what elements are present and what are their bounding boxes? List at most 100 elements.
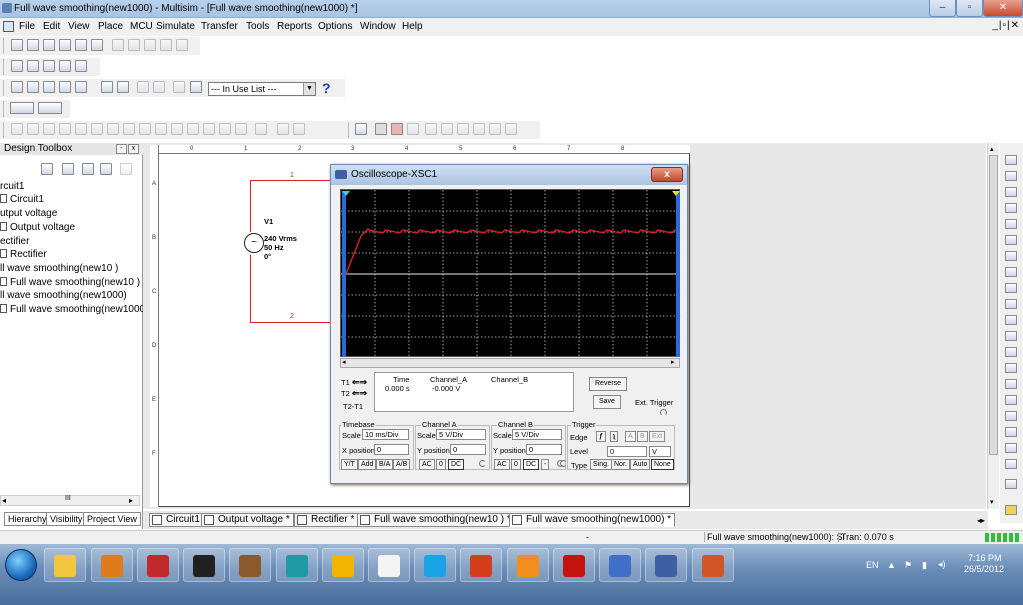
- view-toggle-icon[interactable]: [10, 102, 34, 114]
- logic-converter-icon[interactable]: [1005, 299, 1017, 309]
- tree-item[interactable]: ectifier: [0, 236, 29, 247]
- taskbar-app-button[interactable]: [599, 548, 641, 582]
- scroll-down-icon[interactable]: ▾: [990, 498, 994, 506]
- tree-item[interactable]: Full wave smoothing(new1000): [0, 304, 148, 315]
- agilent-generator-icon[interactable]: [1005, 379, 1017, 389]
- database-icon[interactable]: [43, 81, 55, 93]
- taskbar-app-button[interactable]: [183, 548, 225, 582]
- ttl-icon[interactable]: [91, 123, 103, 135]
- undo-icon[interactable]: [160, 39, 172, 51]
- annotate-icon[interactable]: [137, 81, 149, 93]
- analog-icon[interactable]: [75, 123, 87, 135]
- place-bus-icon[interactable]: [277, 123, 289, 135]
- save-icon[interactable]: [59, 39, 71, 51]
- taskbar-app-button[interactable]: [137, 548, 179, 582]
- network-icon[interactable]: ▮: [922, 560, 927, 571]
- tab-visibility[interactable]: Visibility: [46, 512, 87, 526]
- zoom-out-icon[interactable]: [43, 60, 55, 72]
- electromechanical-icon[interactable]: [255, 123, 267, 135]
- stop-icon[interactable]: [391, 123, 403, 135]
- rf-icon[interactable]: [235, 123, 247, 135]
- step-into-icon[interactable]: [425, 123, 437, 135]
- scroll-right-icon[interactable]: ▸: [671, 358, 675, 366]
- step-over-icon[interactable]: [441, 123, 453, 135]
- menu-tools[interactable]: Tools: [246, 21, 269, 32]
- scroll-thumb[interactable]: [989, 155, 998, 455]
- chevron-down-icon[interactable]: ▼: [303, 83, 315, 95]
- tree-item[interactable]: ll wave smoothing(new10 ): [0, 263, 118, 274]
- clock-time[interactable]: 7:16 PM: [968, 553, 1002, 563]
- add-button[interactable]: Add: [358, 459, 377, 470]
- diode-icon[interactable]: [43, 123, 55, 135]
- mdi-window-controls[interactable]: _|▫|✕: [992, 20, 1020, 31]
- distortion-analyzer-icon[interactable]: [1005, 331, 1017, 341]
- x-position-field[interactable]: 0: [374, 444, 409, 455]
- level-unit-field[interactable]: V: [649, 446, 671, 457]
- trigger-b-button[interactable]: B: [637, 431, 648, 442]
- wire-top[interactable]: [250, 180, 330, 181]
- agilent-scope-icon[interactable]: [1005, 411, 1017, 421]
- oscilloscope-close-button[interactable]: x: [651, 167, 683, 182]
- tab-hierarchy[interactable]: Hierarchy: [4, 512, 51, 526]
- component-wizard-icon[interactable]: [59, 81, 71, 93]
- tree-item[interactable]: rcuit1: [0, 181, 24, 192]
- postprocessor-icon[interactable]: [101, 81, 113, 93]
- mcu-icon[interactable]: [123, 123, 135, 135]
- channel-b-dc-button[interactable]: DC: [523, 459, 540, 470]
- t1-arrows-icon[interactable]: ⇐⇒: [352, 377, 367, 388]
- level-field[interactable]: 0: [607, 446, 647, 457]
- channel-b-zero-button[interactable]: 0: [511, 459, 521, 470]
- tab-full-wave-new10[interactable]: Full wave smoothing(new10 ) *: [357, 513, 515, 527]
- channel-a-ypos-field[interactable]: 0: [450, 444, 486, 455]
- tray-arrow-icon[interactable]: ▲: [887, 560, 896, 570]
- yt-button[interactable]: Y/T: [341, 459, 358, 470]
- run-simulation-icon[interactable]: [355, 123, 367, 135]
- redo-icon[interactable]: [176, 39, 188, 51]
- ab-button[interactable]: A/B: [393, 459, 411, 470]
- tree-item[interactable]: Circuit1: [0, 194, 44, 205]
- hierarchical-block-icon[interactable]: [293, 123, 305, 135]
- menu-options[interactable]: Options: [318, 21, 352, 32]
- paste-icon[interactable]: [144, 39, 156, 51]
- help-icon[interactable]: ?: [322, 80, 331, 96]
- toggle-breakpoint-icon[interactable]: [489, 123, 501, 135]
- normal-button[interactable]: Nor.: [611, 459, 630, 470]
- print-preview-icon[interactable]: [91, 39, 103, 51]
- clock-date[interactable]: 26/5/2012: [964, 564, 1004, 574]
- channel-b-minus-button[interactable]: -: [541, 459, 550, 470]
- grapher-icon[interactable]: [75, 81, 87, 93]
- scroll-up-icon[interactable]: ▴: [990, 145, 994, 153]
- taskbar-app-button[interactable]: [276, 548, 318, 582]
- channel-b-ypos-field[interactable]: 0: [526, 444, 562, 455]
- back-annotate-icon[interactable]: [153, 81, 165, 93]
- pin-panel-button[interactable]: -: [116, 144, 127, 154]
- open-sample-icon[interactable]: [43, 39, 55, 51]
- labview-icon[interactable]: [1005, 459, 1017, 469]
- channel-a-dc-button[interactable]: DC: [448, 459, 465, 470]
- pause-icon[interactable]: [375, 123, 387, 135]
- new-icon[interactable]: [11, 39, 23, 51]
- channel-a-ac-button[interactable]: AC: [419, 459, 435, 470]
- network-analyzer-icon[interactable]: [1005, 363, 1017, 373]
- menu-place[interactable]: Place: [98, 21, 123, 32]
- word-generator-icon[interactable]: [1005, 267, 1017, 277]
- zoom-fit-icon[interactable]: [75, 60, 87, 72]
- tab-circuit1[interactable]: Circuit1: [149, 513, 204, 527]
- rising-edge-icon[interactable]: ƒ: [596, 431, 606, 442]
- tree-item[interactable]: Output voltage: [0, 222, 75, 233]
- tree-item[interactable]: Full wave smoothing(new10 ): [0, 277, 140, 288]
- oscilloscope-scrollbar[interactable]: ◂ ▸: [340, 358, 680, 368]
- run-to-cursor-icon[interactable]: [473, 123, 485, 135]
- taskbar-app-button[interactable]: [91, 548, 133, 582]
- reverse-button[interactable]: Reverse: [589, 377, 628, 391]
- scroll-left-icon[interactable]: ◂: [342, 358, 346, 366]
- multimeter-icon[interactable]: [1005, 155, 1017, 165]
- tab-project-view[interactable]: Project View: [83, 512, 141, 526]
- flag-icon[interactable]: ⚑: [904, 560, 912, 571]
- cut-icon[interactable]: [112, 39, 124, 51]
- taskbar-app-button[interactable]: [507, 548, 549, 582]
- timebase-scale-field[interactable]: 10 ms/Div: [362, 429, 409, 440]
- delete-file-icon[interactable]: [120, 163, 132, 175]
- forward-annotate-icon[interactable]: [173, 81, 185, 93]
- workspace-vertical-scrollbar[interactable]: ▴ ▾: [987, 143, 999, 509]
